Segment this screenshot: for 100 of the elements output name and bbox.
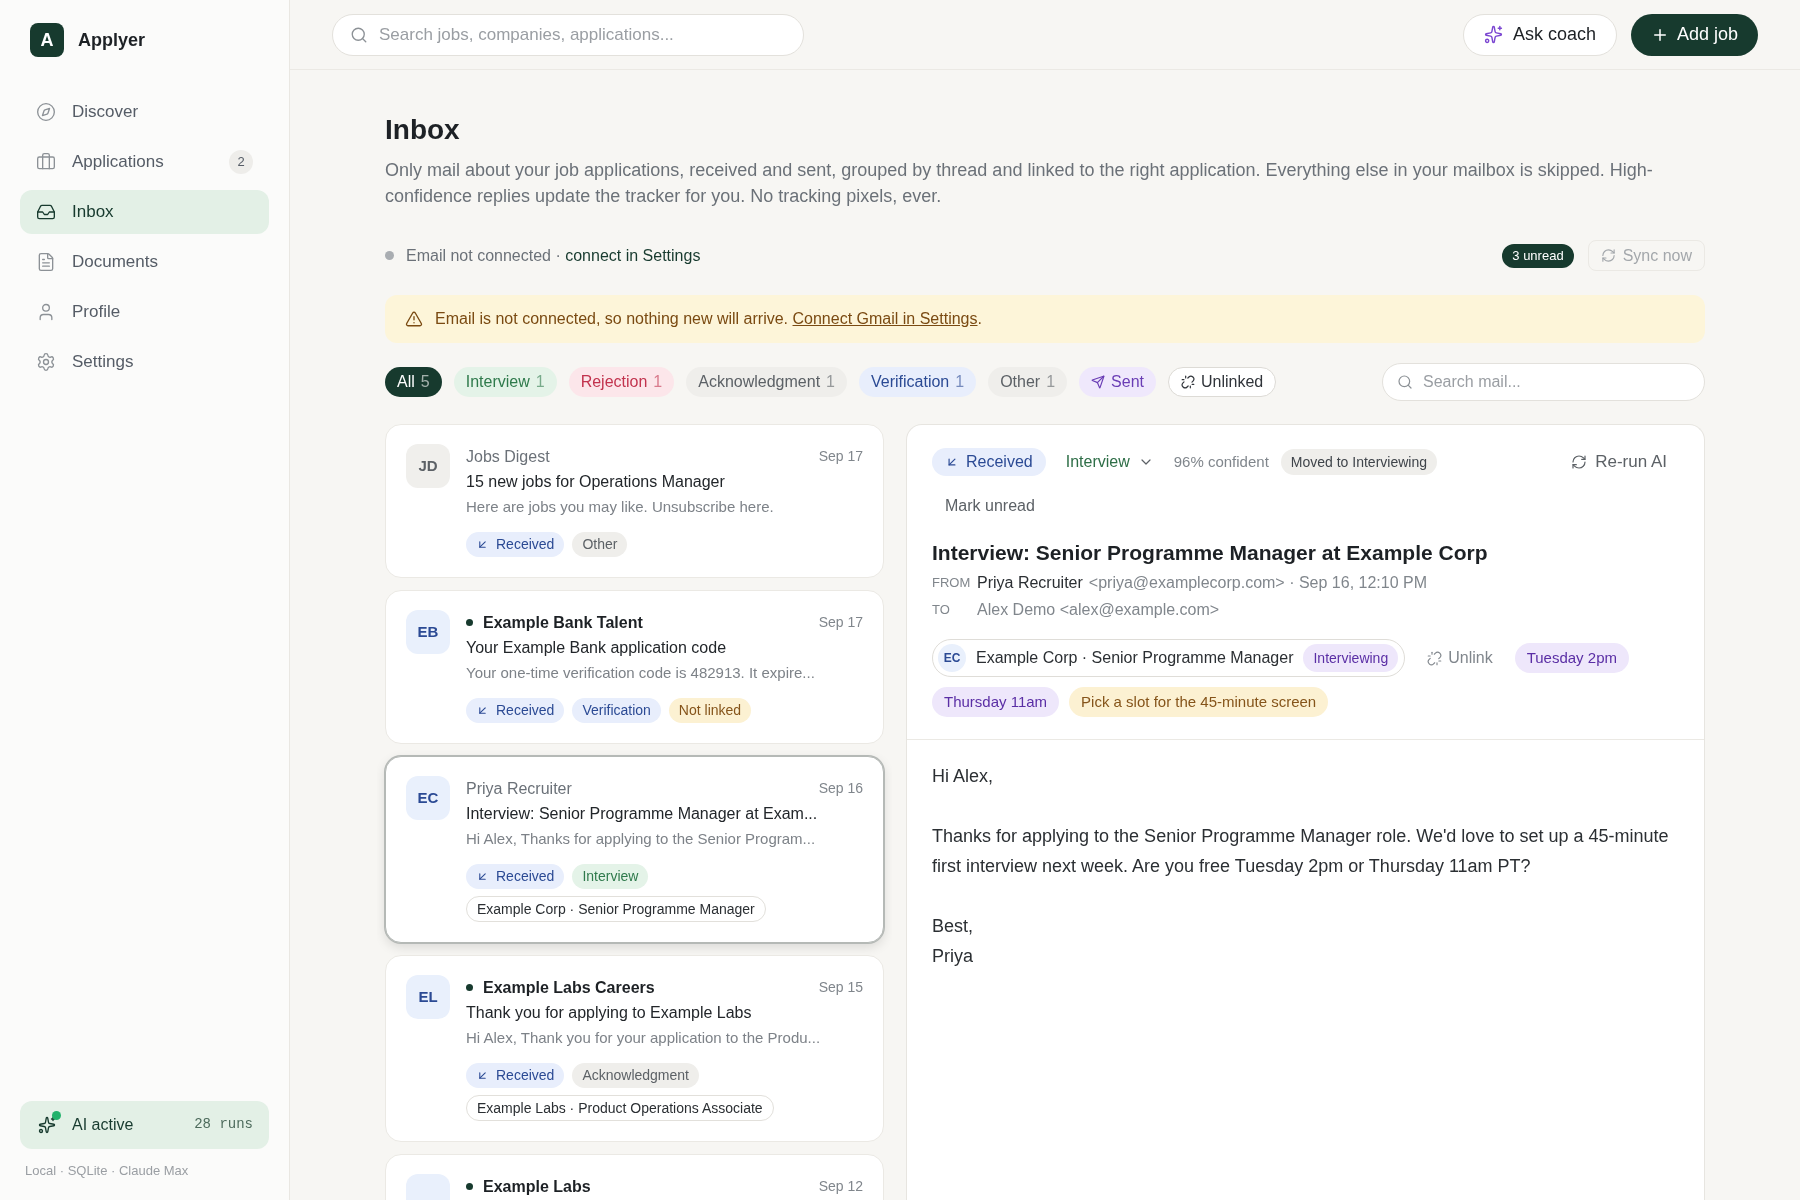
- add-job-button[interactable]: Add job: [1630, 13, 1758, 56]
- tag-label: Received: [496, 535, 555, 554]
- message-subject: Thank you for applying to Example Labs: [466, 1003, 753, 1023]
- app-logo: A: [30, 23, 64, 57]
- message-tag: Not linked: [668, 698, 752, 723]
- message-preview: Hi Alex, Thank you for your application to the Produ...: [466, 1028, 822, 1048]
- email-text: Thanks for applying to the Senior Programme Manager role. We'd love to set up a 45-minute first interview next week. Are you free Tuesday 2pm or Thursday 11am PT?: [932, 825, 1670, 878]
- sender-avatar: EC: [406, 776, 450, 820]
- email-text: Priya: [932, 945, 974, 968]
- nav-item[interactable]: Documents: [20, 240, 269, 284]
- message-tag: Interview: [572, 864, 649, 889]
- ai-status-label: AI active: [72, 1114, 134, 1135]
- sender-address: <priya@examplecorp.com> · Sep 16, 12:10 PM: [1088, 573, 1427, 593]
- company-avatar: EC: [938, 644, 966, 672]
- mark-unread-button[interactable]: Mark unread: [932, 491, 1048, 521]
- message-preview: Here are jobs you may like. Unsubscribe here.: [466, 497, 775, 517]
- filter-tab[interactable]: Sent: [1079, 367, 1156, 397]
- page-description: Only mail about your job applications, received and sent, grouped by thread and linked to the right application. Everything else in your mailbox is skipped. High-confidence replies update the tracker for you. No tracking pixels, ever.: [385, 159, 1654, 208]
- email-subject: Interview: Senior Programme Manager at Example Corp: [932, 540, 1489, 566]
- ask-coach-button[interactable]: Ask coach: [1462, 13, 1617, 56]
- filter-tab[interactable]: Acknowledgment 1: [686, 367, 847, 397]
- message-preview: Your one-time verification code is 482913. It expire...: [466, 663, 816, 683]
- sender-avatar: EB: [406, 610, 450, 654]
- briefcase-icon: [36, 152, 56, 172]
- recipient-address: Alex Demo <alex@example.com>: [977, 600, 1220, 620]
- arrow-down-left-icon: [476, 538, 489, 551]
- refresh-icon: [1571, 454, 1588, 470]
- send-icon: [1091, 375, 1106, 389]
- badge-label: Received: [966, 452, 1033, 472]
- filter-tab[interactable]: Verification 1: [859, 367, 977, 397]
- message-subject: Interview: Senior Programme Manager at Exam...: [466, 804, 819, 824]
- message-card[interactable]: Example Labs Sep 12: [385, 1154, 884, 1200]
- mail-search-field[interactable]: Search mail...: [1382, 363, 1705, 401]
- run-count: 28 runs: [194, 1115, 253, 1134]
- message-card[interactable]: EB Example Bank Talent Sep 17 Your Example Bank application code Your one-time verification code is 482913. It expire... Received Verification Not linked: [385, 590, 884, 744]
- message-date: Sep 12: [818, 1177, 863, 1195]
- nav-item[interactable]: Profile: [20, 290, 269, 334]
- arrow-down-left-icon: [476, 1069, 489, 1082]
- sender-name: Jobs Digest: [466, 446, 550, 466]
- nav-item[interactable]: Inbox: [20, 190, 269, 234]
- message-preview: Hi Alex, Thanks for applying to the Senior Program...: [466, 829, 817, 849]
- message-tag: Acknowledgment: [572, 1063, 699, 1088]
- nav-item[interactable]: Discover: [20, 90, 269, 134]
- filter-tab[interactable]: Other 1: [988, 367, 1068, 397]
- refresh-icon: [1600, 248, 1616, 263]
- unlink-button[interactable]: Unlink: [1415, 643, 1505, 673]
- unlink-icon: [1427, 650, 1443, 666]
- count-badge: 2: [229, 150, 253, 174]
- sender-name: Example Bank Talent: [483, 612, 643, 632]
- sender-name: Priya Recruiter: [466, 778, 572, 798]
- tag-label: Received: [496, 1066, 555, 1085]
- nav-item[interactable]: Settings: [20, 340, 269, 384]
- sender-name: Priya Recruiter: [977, 573, 1083, 593]
- message-date: Sep 17: [818, 613, 863, 631]
- settings-link[interactable]: connect in Settings: [565, 246, 701, 264]
- message-card[interactable]: EL Example Labs Careers Sep 15 Thank you for applying to Example Labs Hi Alex, Thank you for your application to the Produ... Received Acknowledgment Example Labs · Product Operations Associate: [385, 955, 884, 1142]
- message-subject: 15 new jobs for Operations Manager: [466, 472, 726, 492]
- nav-item[interactable]: Applications 2: [20, 140, 269, 184]
- sparkles-icon: [38, 1115, 56, 1134]
- sender-avatar: JD: [406, 444, 450, 488]
- filter-tab[interactable]: Rejection 1: [568, 367, 675, 397]
- filter-tab[interactable]: Interview 1: [453, 367, 557, 397]
- application-chip[interactable]: Example Corp · Senior Programme Manager: [466, 896, 766, 922]
- message-card[interactable]: EC Priya Recruiter Sep 16 Interview: Senior Programme Manager at Exam... Hi Alex, Thanks for applying to the Senior Program... Received Interview Example Corp · Senior Programme Manager: [385, 756, 884, 943]
- application-chip[interactable]: Example Labs · Product Operations Associate: [466, 1095, 774, 1121]
- tag-label: Received: [496, 701, 555, 720]
- time-slot-badge: Thursday 11am: [932, 687, 1060, 717]
- tag-label: Received: [496, 867, 555, 886]
- sender-avatar: EL: [406, 975, 450, 1019]
- unlink-icon: [1181, 375, 1195, 389]
- search-field[interactable]: Search jobs, companies, applications...: [332, 13, 804, 56]
- message-tag: Other: [572, 532, 628, 557]
- connection-status: Email not connected · connect in Settings: [406, 245, 701, 266]
- status-badge: Moved to Interviewing: [1280, 449, 1437, 475]
- settings-icon: [36, 352, 56, 372]
- sender-name: Example Labs: [483, 1176, 591, 1196]
- rerun-button[interactable]: Re-run AI: [1559, 446, 1679, 478]
- footer-text: Local · SQLite · Claude Max: [24, 1161, 190, 1180]
- message-card[interactable]: JD Jobs Digest Sep 17 15 new jobs for Operations Manager Here are jobs you may like. Unsubscribe here. Received Other: [385, 424, 884, 578]
- message-date: Sep 16: [818, 779, 863, 797]
- application-name: Example Corp · Senior Programme Manager: [976, 648, 1294, 668]
- filter-tab[interactable]: Unlinked: [1168, 367, 1277, 397]
- page-title: Inbox: [385, 113, 461, 147]
- email-text: Hi Alex,: [932, 765, 995, 788]
- sender-name: Example Labs Careers: [483, 977, 655, 997]
- unread-badge: 3 unread: [1502, 243, 1574, 268]
- compass-icon: [36, 102, 56, 122]
- email-text: Best,: [932, 915, 975, 938]
- settings-link[interactable]: Connect Gmail in Settings: [792, 310, 978, 327]
- filter-tab[interactable]: All 5: [385, 367, 442, 397]
- stage-badge: Interviewing: [1303, 644, 1399, 672]
- to-label: TO: [932, 601, 951, 620]
- confidence-text: 96% confident: [1173, 451, 1269, 472]
- message-subject: Your Example Bank application code: [466, 638, 728, 658]
- from-label: FROM: [932, 574, 972, 593]
- category-select[interactable]: Interview: [1057, 447, 1162, 477]
- sparkles-icon: [1483, 25, 1503, 44]
- message-date: Sep 17: [818, 447, 863, 465]
- inbox-tray-icon: [36, 202, 56, 222]
- time-slot-badge: Tuesday 2pm: [1514, 643, 1629, 673]
